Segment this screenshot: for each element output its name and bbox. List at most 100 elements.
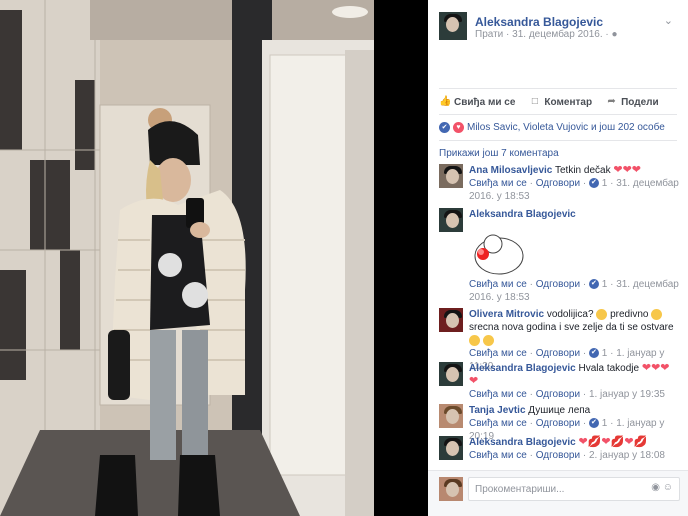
commenter-name[interactable]: Aleksandra Blagojevic bbox=[469, 209, 576, 220]
comment-input[interactable]: Прокоментариши... ◉ ☺ bbox=[468, 477, 680, 501]
heart-kiss-emoji: ❤💋❤💋❤💋 bbox=[578, 436, 648, 448]
share-icon: ➦ bbox=[607, 96, 616, 107]
separator-dot: · bbox=[610, 348, 614, 359]
comment-text: srecna nova godina i sve zelje da ti se … bbox=[469, 322, 674, 333]
comment-label: Коментар bbox=[544, 96, 593, 108]
like-count-icon: ✔ bbox=[588, 418, 599, 429]
author-name[interactable]: Aleksandra Blagojevic bbox=[475, 15, 603, 29]
comment-reply-link[interactable]: Одговори bbox=[536, 348, 580, 359]
commenter-avatar[interactable] bbox=[439, 436, 463, 460]
love-reaction-icon: ♥ bbox=[453, 121, 464, 133]
mirror-selfie-image bbox=[0, 0, 374, 516]
comment-reply-link[interactable]: Одговори bbox=[536, 450, 580, 461]
heart-emoji: ❤❤❤ bbox=[613, 164, 642, 176]
separator-dot: · bbox=[529, 389, 533, 400]
like-reaction-icon: ✔ bbox=[439, 121, 450, 133]
post-date[interactable]: 31. децембар 2016. bbox=[512, 29, 602, 40]
wink-emoji bbox=[651, 308, 663, 320]
like-count[interactable]: 1 bbox=[602, 348, 608, 359]
separator-dot: · bbox=[506, 29, 510, 40]
photo-stage bbox=[0, 0, 428, 516]
separator-dot: · bbox=[582, 279, 587, 290]
comment-text: predivno bbox=[610, 309, 649, 320]
separator-dot: · bbox=[582, 178, 587, 189]
separator-dot: · bbox=[610, 178, 614, 189]
like-count[interactable]: 1 bbox=[602, 279, 608, 290]
commenter-name[interactable]: Olivera Mitrovic bbox=[469, 309, 544, 320]
commenter-name[interactable]: Aleksandra Blagojevic bbox=[469, 363, 576, 374]
separator-dot: · bbox=[529, 178, 533, 189]
comment-time[interactable]: 2. јануар у 18:08 bbox=[589, 450, 665, 461]
wink-emoji bbox=[482, 334, 494, 346]
separator-dot: · bbox=[605, 29, 609, 40]
globe-icon: ● bbox=[611, 29, 618, 40]
share-label: Подели bbox=[621, 96, 659, 108]
reactions-text[interactable]: Milos Savic, Violeta Vujovic и још 202 о… bbox=[467, 122, 665, 133]
sticker-image bbox=[474, 234, 524, 275]
like-button[interactable]: 👍 Свиђа ми се bbox=[439, 97, 515, 108]
comment-like-link[interactable]: Свиђа ми се bbox=[469, 389, 527, 400]
separator-dot: · bbox=[529, 418, 533, 429]
comment-icon: □ bbox=[531, 96, 538, 107]
comment-like-link[interactable]: Свиђа ми се bbox=[469, 450, 527, 461]
post-side-panel: Aleksandra Blagojevic Прати · 31. децемб… bbox=[428, 0, 688, 516]
like-count[interactable]: 1 bbox=[602, 178, 608, 189]
comment-like-link[interactable]: Свиђа ми се bbox=[469, 178, 527, 189]
comment-reply-link[interactable]: Одговори bbox=[536, 418, 580, 429]
camera-icon[interactable]: ◉ bbox=[651, 482, 660, 493]
separator-dot: · bbox=[529, 279, 533, 290]
author-avatar[interactable] bbox=[439, 12, 467, 40]
view-more-comments-link[interactable]: Прикажи још 7 коментара bbox=[439, 148, 559, 159]
follow-link[interactable]: Прати bbox=[475, 29, 503, 40]
commenter-name[interactable]: Tanja Jevtic bbox=[469, 405, 526, 416]
divider bbox=[439, 88, 677, 89]
like-count-icon: ✔ bbox=[588, 348, 599, 359]
post-actions: 👍 Свиђа ми се □ Коментар ➦ Подели bbox=[439, 94, 677, 110]
current-user-avatar[interactable] bbox=[439, 477, 463, 501]
comment-like-link[interactable]: Свиђа ми се bbox=[469, 348, 527, 359]
commenter-avatar[interactable] bbox=[439, 208, 463, 232]
comment-reply-link[interactable]: Одговори bbox=[536, 279, 580, 290]
smile-emoji bbox=[596, 308, 608, 320]
commenter-name[interactable]: Aleksandra Blagojevic bbox=[469, 437, 576, 448]
separator-dot: · bbox=[529, 450, 533, 461]
comment-like-link[interactable]: Свиђа ми се bbox=[469, 418, 527, 429]
emoji-icon[interactable]: ☺ bbox=[663, 482, 673, 493]
wink-emoji bbox=[469, 334, 480, 346]
separator-dot: · bbox=[582, 389, 587, 400]
separator-dot: · bbox=[582, 418, 587, 429]
separator-dot: · bbox=[582, 348, 587, 359]
comment-reply-link[interactable]: Одговори bbox=[536, 389, 580, 400]
like-count-icon: ✔ bbox=[588, 279, 599, 290]
separator-dot: · bbox=[610, 279, 614, 290]
like-count[interactable]: 1 bbox=[602, 418, 608, 429]
divider bbox=[439, 114, 677, 115]
separator-dot: · bbox=[610, 418, 614, 429]
thumbs-up-icon: 👍 bbox=[439, 96, 452, 107]
divider bbox=[439, 140, 677, 141]
commenter-name[interactable]: Ana Milosavljevic bbox=[469, 165, 552, 176]
separator-dot: · bbox=[582, 450, 587, 461]
commenter-avatar[interactable] bbox=[439, 164, 463, 188]
reactions-summary[interactable]: ✔ ♥ Milos Savic, Violeta Vujovic и још 2… bbox=[439, 120, 679, 134]
share-button[interactable]: ➦ Подели bbox=[606, 96, 659, 108]
comment-text: Hvala takodje bbox=[578, 363, 640, 374]
comment-time[interactable]: 1. јануар у 19:35 bbox=[589, 389, 665, 400]
commenter-avatar[interactable] bbox=[439, 404, 463, 428]
like-label: Свиђа ми се bbox=[454, 96, 516, 108]
commenter-avatar[interactable] bbox=[439, 308, 463, 332]
comment-reply-link[interactable]: Одговори bbox=[536, 178, 580, 189]
comment-text: Tetkin dečak bbox=[554, 165, 611, 176]
comment-text: Душице лепа bbox=[528, 405, 591, 416]
comment-text: vodolijica? bbox=[546, 309, 594, 320]
comment-composer: Прокоментариши... ◉ ☺ bbox=[428, 470, 688, 516]
heart-emoji: ❤❤❤ bbox=[641, 362, 670, 374]
comment-placeholder: Прокоментариши... bbox=[475, 484, 565, 495]
comment-like-link[interactable]: Свиђа ми се bbox=[469, 279, 527, 290]
commenter-avatar[interactable] bbox=[439, 362, 463, 386]
post-header: Aleksandra Blagojevic Прати · 31. децемб… bbox=[439, 12, 679, 44]
chevron-down-icon[interactable]: ⌄ bbox=[664, 14, 673, 27]
like-count-icon: ✔ bbox=[588, 178, 599, 189]
comment-button[interactable]: □ Коментар bbox=[529, 97, 592, 108]
post-photo[interactable] bbox=[0, 0, 374, 516]
